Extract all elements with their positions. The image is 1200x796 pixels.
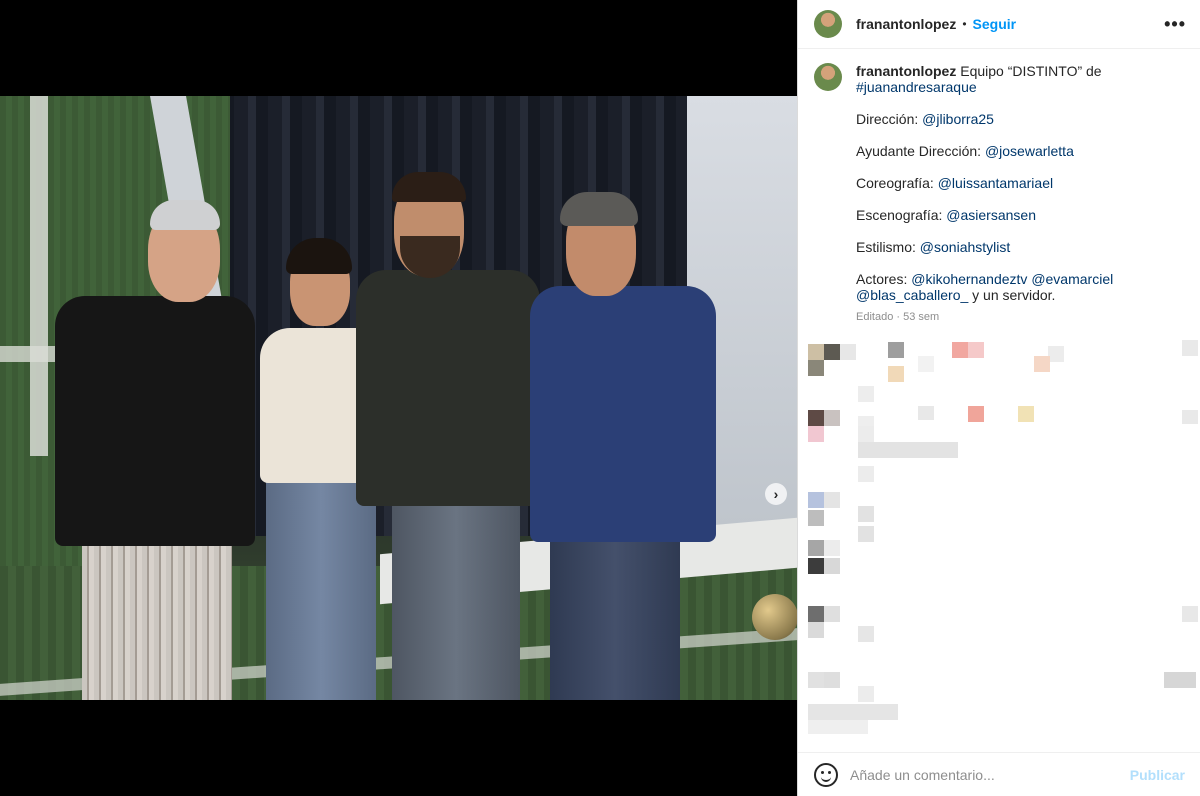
mention-link[interactable]: @evamarciel: [1031, 271, 1113, 287]
pixelated-block: [918, 356, 934, 372]
add-comment-bar: Publicar: [798, 752, 1200, 796]
pixelated-block: [808, 344, 824, 360]
gold-ball: [752, 594, 797, 640]
pixelated-block: [858, 466, 874, 482]
pixelated-block: [968, 342, 984, 358]
header-username[interactable]: franantonlopez: [856, 16, 956, 32]
post-meta: Editado · 53 sem: [856, 309, 1184, 325]
mention-link[interactable]: @soniahstylist: [920, 239, 1010, 255]
direccion-label: Dirección:: [856, 111, 919, 127]
pixelated-block: [824, 344, 840, 360]
caption-intro: Equipo “DISTINTO” de: [960, 63, 1102, 79]
pixelated-block: [808, 360, 824, 376]
pixelated-block: [1182, 340, 1198, 356]
hashtag-link[interactable]: #juanandresaraque: [856, 79, 977, 95]
post-media-area: ›: [0, 0, 797, 796]
pixelated-block: [824, 492, 840, 508]
edited-label: Editado: [856, 311, 894, 323]
mention-link[interactable]: @josewarletta: [985, 143, 1074, 159]
follow-button[interactable]: Seguir: [973, 16, 1017, 32]
post-header: franantonlopez • Seguir •••: [798, 0, 1200, 49]
pixelated-block: [808, 622, 824, 638]
post-time[interactable]: 53 sem: [903, 311, 939, 323]
caption-username[interactable]: franantonlopez: [856, 63, 956, 79]
pixelated-block: [968, 406, 984, 422]
pixelated-block: [808, 510, 824, 526]
pixelated-block: [888, 342, 904, 358]
publish-button[interactable]: Publicar: [1130, 767, 1185, 783]
pixelated-block: [808, 704, 898, 720]
escenografia-label: Escenografía:: [856, 207, 943, 223]
pixelated-block: [1018, 406, 1034, 422]
pixelated-block: [858, 506, 874, 522]
comments-list-pixelated: [798, 326, 1200, 746]
pixelated-block: [858, 386, 874, 402]
pixelated-block: [1182, 410, 1198, 424]
pixelated-block: [1048, 346, 1064, 362]
mention-link[interactable]: @asiersansen: [946, 207, 1036, 223]
pixelated-block: [808, 410, 824, 426]
pixelated-block: [888, 366, 904, 382]
caption-avatar[interactable]: [814, 63, 842, 91]
chevron-right-icon[interactable]: ›: [765, 483, 787, 505]
pixelated-block: [858, 426, 874, 442]
mention-link[interactable]: @blas_caballero_: [856, 287, 968, 303]
pixelated-block: [808, 492, 824, 508]
pixelated-block: [824, 540, 840, 556]
pixelated-block: [808, 540, 824, 556]
pixelated-block: [824, 606, 840, 622]
pixelated-block: [840, 344, 856, 360]
pixelated-block: [824, 410, 840, 426]
pixelated-block: [1164, 672, 1196, 688]
estilismo-label: Estilismo:: [856, 239, 916, 255]
post-caption: franantonlopez Equipo “DISTINTO” de #jua…: [798, 49, 1200, 325]
pixelated-block: [858, 442, 958, 458]
comment-input[interactable]: [850, 766, 1130, 783]
coreografia-label: Coreografía:: [856, 175, 934, 191]
mention-link[interactable]: @jliborra25: [922, 111, 994, 127]
pixelated-block: [808, 426, 824, 442]
mention-link[interactable]: @kikohernandeztv: [911, 271, 1027, 287]
header-separator: •: [962, 17, 967, 31]
pixelated-block: [952, 342, 968, 358]
pixelated-block: [808, 558, 824, 574]
actores-suffix: y un servidor.: [972, 287, 1056, 303]
actores-label: Actores:: [856, 271, 908, 287]
avatar[interactable]: [814, 10, 842, 38]
pixelated-block: [858, 526, 874, 542]
meta-separator: ·: [896, 311, 901, 323]
more-horizontal-icon[interactable]: •••: [1164, 14, 1186, 35]
pixelated-block: [808, 606, 824, 622]
emoji-smile-icon[interactable]: [814, 762, 838, 787]
pixelated-block: [808, 672, 824, 688]
post-sidebar: franantonlopez • Seguir ••• franantonlop…: [797, 0, 1200, 796]
mention-link[interactable]: @luissantamariael: [938, 175, 1053, 191]
pixelated-block: [824, 672, 840, 688]
pixelated-block: [808, 720, 868, 734]
pixelated-block: [858, 626, 874, 642]
pixelated-block: [824, 558, 840, 574]
pixelated-block: [858, 686, 874, 702]
post-photo[interactable]: ›: [0, 96, 797, 700]
pixelated-block: [1034, 356, 1050, 372]
ayudante-label: Ayudante Dirección:: [856, 143, 982, 159]
pixelated-block: [1182, 606, 1198, 622]
pixelated-block: [918, 406, 934, 420]
